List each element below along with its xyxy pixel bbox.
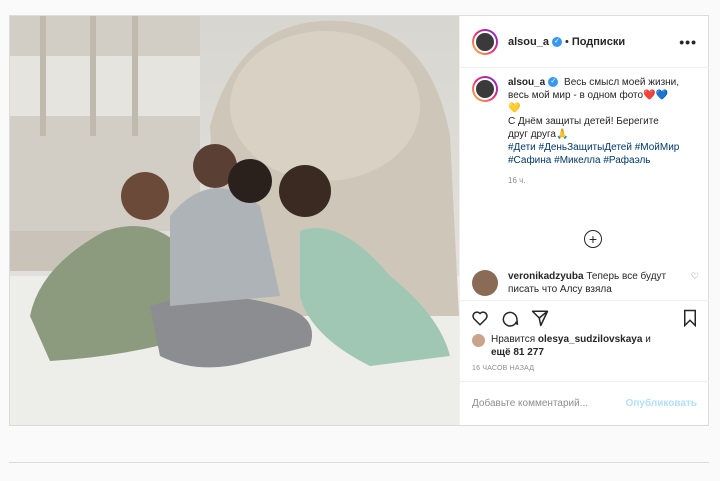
- avatar[interactable]: [472, 270, 498, 296]
- post-username[interactable]: alsou_a: [508, 36, 549, 48]
- comment-icon[interactable]: [501, 309, 519, 327]
- caption: alsou_a ✓ Весь смысл моей жизни, весь мой…: [472, 76, 699, 167]
- bookmark-icon[interactable]: [681, 309, 699, 327]
- post-actions: Нравится olesya_sudzilovskaya и ещё 81 2…: [460, 300, 709, 372]
- following-button[interactable]: Подписки: [572, 36, 625, 48]
- likes-count[interactable]: ещё 81 277: [491, 347, 544, 358]
- verified-icon: ✓: [548, 77, 559, 88]
- verified-icon: ✓: [551, 36, 562, 47]
- comment-input[interactable]: Добавьте комментарий...: [472, 398, 588, 409]
- add-comment-bar: Добавьте комментарий... Опубликовать: [460, 381, 709, 425]
- likes-summary: Нравится olesya_sudzilovskaya и ещё 81 2…: [460, 331, 709, 359]
- caption-username[interactable]: alsou_a: [508, 77, 545, 88]
- likes-connector: и: [645, 334, 651, 345]
- comments-area: alsou_a ✓ Весь смысл моей жизни, весь мой…: [472, 76, 699, 300]
- post-photo[interactable]: [10, 16, 459, 425]
- more-options-icon[interactable]: •••: [679, 34, 697, 50]
- publish-button[interactable]: Опубликовать: [626, 398, 697, 409]
- caption-time: 16 ч.: [508, 176, 526, 185]
- post-card: alsou_a ✓ • Подписки ••• alsou_a ✓ Весь с…: [9, 15, 709, 426]
- likes-prefix: Нравится: [491, 334, 536, 345]
- post-time: 16 ЧАСОВ НАЗАД: [472, 365, 535, 372]
- caption-text-2: С Днём защиты детей! Берегите друг друга…: [508, 116, 659, 140]
- heart-icon[interactable]: [471, 309, 489, 327]
- separator-dot: •: [564, 35, 569, 48]
- post-sidebar: alsou_a ✓ • Подписки ••• alsou_a ✓ Весь с…: [459, 16, 709, 425]
- avatar[interactable]: [472, 334, 485, 347]
- divider: [9, 462, 709, 463]
- likes-user[interactable]: olesya_sudzilovskaya: [538, 334, 643, 345]
- hashtags[interactable]: #Дети #ДеньЗащитыДетей #МойМир #Сафина #…: [508, 142, 679, 166]
- family-photo: [10, 16, 459, 425]
- comment-like-icon[interactable]: ♡: [691, 270, 699, 296]
- caption-avatar[interactable]: [472, 76, 498, 102]
- comment-item: veronikadzyuba Теперь все будут писать ч…: [472, 270, 699, 296]
- comment-username[interactable]: veronikadzyuba: [508, 271, 584, 282]
- avatar[interactable]: [472, 28, 498, 55]
- share-icon[interactable]: [531, 309, 549, 327]
- post-header: alsou_a ✓ • Подписки •••: [460, 16, 709, 68]
- plus-circle-icon[interactable]: +: [584, 230, 602, 248]
